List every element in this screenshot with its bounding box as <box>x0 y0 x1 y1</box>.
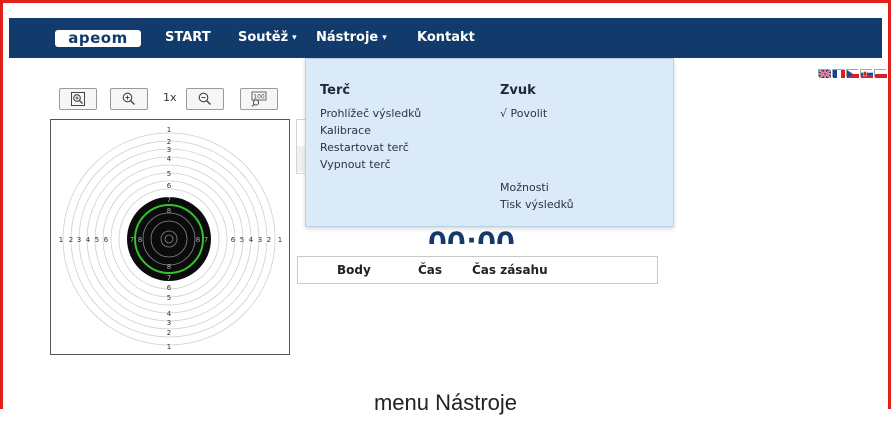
ring-label: 7 <box>130 236 134 244</box>
nav-nastroje[interactable]: Nástroje ▾ <box>316 18 387 58</box>
ring-label: 8 <box>167 207 171 215</box>
nav-soutez-label: Soutěž <box>238 30 289 45</box>
zoom-out-button[interactable] <box>186 88 224 110</box>
ring-label: 7 <box>204 236 208 244</box>
flag-pl-icon[interactable] <box>874 69 887 78</box>
ring-label: 2 <box>167 329 171 337</box>
menu-item-kalibrace[interactable]: Kalibrace <box>320 124 371 137</box>
ring-label: 5 <box>240 236 244 244</box>
top-navbar: apeom START Soutěž ▾ Nástroje ▾ Kontakt <box>9 18 882 58</box>
nav-nastroje-label: Nástroje <box>316 30 379 45</box>
ring-label: 3 <box>77 236 81 244</box>
ring-label: 1 <box>167 126 171 134</box>
zoom-out-icon <box>198 92 211 105</box>
nav-soutez[interactable]: Soutěž ▾ <box>238 18 297 58</box>
ring-label: 6 <box>231 236 236 244</box>
nav-start-label: START <box>165 30 211 45</box>
flag-fr-icon[interactable] <box>832 69 845 78</box>
ring-label: 6 <box>167 284 172 292</box>
ring-label: 8 <box>138 236 142 244</box>
zoom-100-text: 100 <box>253 93 265 100</box>
ring-label: 4 <box>167 310 172 318</box>
ring-labels-left: 1 2 3 4 5 6 7 8 <box>59 236 142 244</box>
ring-label: 3 <box>167 319 171 327</box>
nav-start[interactable]: START <box>165 18 211 58</box>
column-header-cas[interactable]: Čas <box>418 257 442 284</box>
ring-label: 2 <box>69 236 73 244</box>
ring-label: 8 <box>167 263 171 271</box>
ring-label: 1 <box>278 236 282 244</box>
flag-cz-icon[interactable] <box>846 69 859 78</box>
menu-item-prohlizec-vysledku[interactable]: Prohlížeč výsledků <box>320 107 421 120</box>
nav-kontakt-label: Kontakt <box>417 30 475 45</box>
menu-item-moznosti[interactable]: Možnosti <box>500 181 549 194</box>
zoom-in-icon <box>122 92 135 105</box>
ring-label: 2 <box>267 236 271 244</box>
chevron-down-icon: ▾ <box>292 33 297 43</box>
ring-label: 4 <box>249 236 254 244</box>
menu-section-terc-title: Terč <box>320 83 351 98</box>
ring-label: 3 <box>258 236 262 244</box>
ring-label: 6 <box>104 236 109 244</box>
menu-section-zvuk-title: Zvuk <box>500 83 536 98</box>
column-header-cas-zasahu[interactable]: Čas zásahu <box>472 257 548 284</box>
target-face: 1 2 3 4 5 6 7 8 8 7 6 5 4 3 2 1 1 2 3 4 … <box>59 126 282 351</box>
figure-caption: menu Nástroje <box>373 390 518 415</box>
ring-label: 8 <box>196 236 200 244</box>
ring-label: 1 <box>59 236 63 244</box>
nav-kontakt[interactable]: Kontakt <box>417 18 475 58</box>
ring-label: 6 <box>167 182 172 190</box>
zoom-100-button[interactable]: 100 <box>240 88 278 110</box>
ring-label: 2 <box>167 138 171 146</box>
ring-label: 5 <box>167 294 171 302</box>
ring-label: 4 <box>86 236 91 244</box>
ring-label: 3 <box>167 146 171 154</box>
flag-uk-icon[interactable] <box>818 69 831 78</box>
chevron-down-icon: ▾ <box>382 33 387 43</box>
ring-label: 5 <box>95 236 99 244</box>
ring-label: 7 <box>167 274 171 282</box>
ring-labels-bottom: 8 7 6 5 4 3 2 1 <box>167 263 172 351</box>
menu-item-restartovat-terc[interactable]: Restartovat terč <box>320 141 409 154</box>
zoom-in-button[interactable] <box>110 88 148 110</box>
apeom-logo[interactable]: apeom <box>55 30 141 47</box>
ring-labels-top: 1 2 3 4 5 6 7 8 <box>167 126 172 215</box>
flag-sk-icon[interactable] <box>860 69 873 78</box>
shooting-target[interactable]: 1 2 3 4 5 6 7 8 8 7 6 5 4 3 2 1 1 2 3 4 … <box>50 119 290 355</box>
zoom-100-icon: 100 <box>251 91 267 107</box>
zoom-fit-button[interactable] <box>59 88 97 110</box>
menu-item-tisk-vysledku[interactable]: Tisk výsledků <box>500 198 574 211</box>
nastroje-dropdown-menu: Terč Prohlížeč výsledků Kalibrace Restar… <box>305 58 674 227</box>
ring-label: 1 <box>167 343 171 351</box>
ring-label: 4 <box>167 155 172 163</box>
results-table: Body Čas Čas zásahu <box>297 256 658 284</box>
menu-item-vypnout-terc[interactable]: Vypnout terč <box>320 158 391 171</box>
ring-label: 5 <box>167 170 171 178</box>
ring-label: 7 <box>167 196 171 204</box>
menu-item-povolit[interactable]: √ Povolit <box>500 107 547 120</box>
zoom-level-label: 1x <box>163 91 177 104</box>
zoom-fit-icon <box>71 91 85 106</box>
column-header-body[interactable]: Body <box>337 257 371 284</box>
